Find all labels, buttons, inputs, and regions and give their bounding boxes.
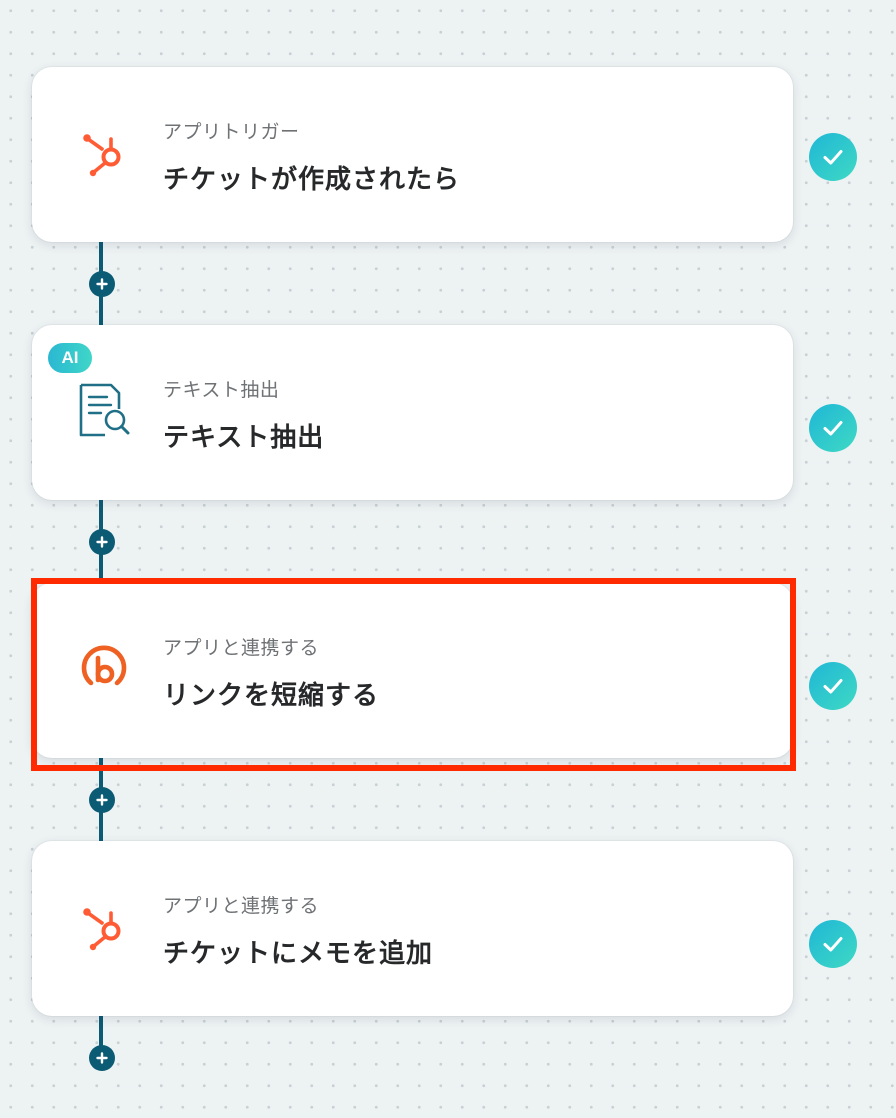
add-step-button[interactable] xyxy=(89,1045,115,1071)
step-title: リンクを短縮する xyxy=(163,681,380,711)
flow-step-card[interactable]: アプリと連携する チケットにメモを追加 xyxy=(32,841,793,1016)
step-type-label: アプリと連携する xyxy=(163,895,320,917)
flow-step-card[interactable]: アプリと連携する リンクを短縮する xyxy=(32,583,793,758)
plus-icon xyxy=(96,1052,108,1064)
text-extract-document-icon xyxy=(76,383,132,439)
ai-badge: AI xyxy=(48,343,92,373)
flow-step-card[interactable]: テキスト抽出 テキスト抽出 xyxy=(32,325,793,500)
plus-icon xyxy=(96,278,108,290)
step-type-label: アプリと連携する xyxy=(163,637,320,659)
flow-step-card[interactable]: アプリトリガー チケットが作成されたら xyxy=(32,67,793,242)
hubspot-icon xyxy=(76,125,132,181)
add-step-button[interactable] xyxy=(89,529,115,555)
step-type-label: アプリトリガー xyxy=(163,121,300,143)
step-title: チケットにメモを追加 xyxy=(163,939,434,969)
add-step-button[interactable] xyxy=(89,787,115,813)
step-title: テキスト抽出 xyxy=(163,423,325,453)
step-type-label: テキスト抽出 xyxy=(163,379,280,401)
hubspot-icon xyxy=(76,899,132,955)
completed-check-icon xyxy=(809,920,857,968)
completed-check-icon xyxy=(809,662,857,710)
plus-icon xyxy=(96,536,108,548)
step-title: チケットが作成されたら xyxy=(163,165,461,195)
completed-check-icon xyxy=(809,133,857,181)
plus-icon xyxy=(96,794,108,806)
add-step-button[interactable] xyxy=(89,271,115,297)
completed-check-icon xyxy=(809,404,857,452)
bitly-icon xyxy=(76,641,132,697)
